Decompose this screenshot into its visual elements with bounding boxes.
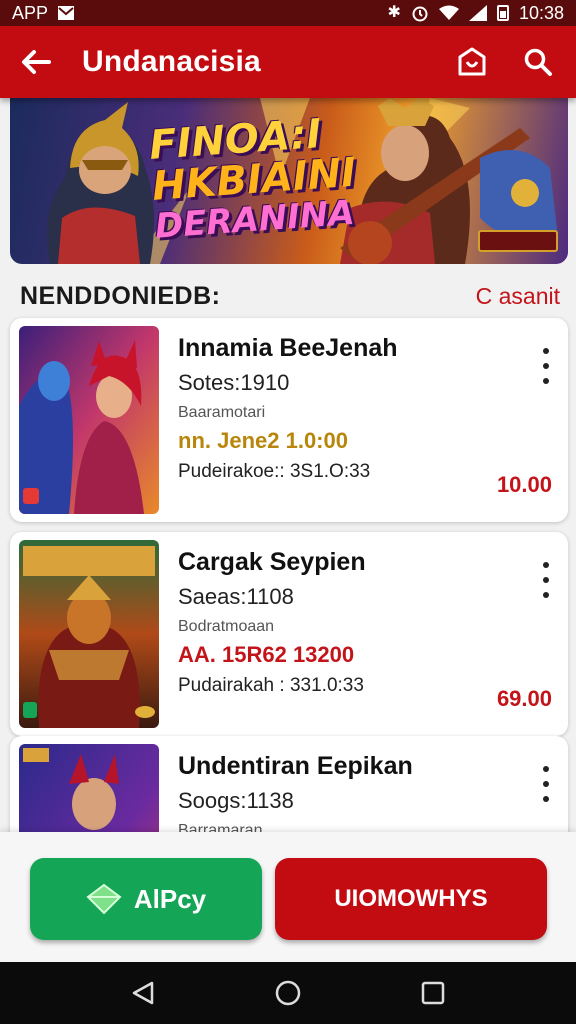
download-button-label: UIOMOWHYS xyxy=(334,885,488,912)
recents-square-icon[interactable] xyxy=(413,973,453,1013)
store-icon[interactable] xyxy=(450,40,494,84)
bluetooth-icon: ✱ xyxy=(387,4,401,21)
game-subtitle: Soogs:1138 xyxy=(178,788,294,813)
game-developer: Bodratmoaan xyxy=(178,618,275,635)
more-options-icon[interactable] xyxy=(534,348,558,384)
game-price: 69.00 xyxy=(496,686,552,711)
search-icon[interactable] xyxy=(516,40,560,84)
game-title[interactable]: Innamia BeeJenah xyxy=(178,334,398,363)
wifi-icon xyxy=(438,5,459,20)
game-subtitle: Saeas:1108 xyxy=(178,584,294,609)
game-highlight: AA. 15R62 13200 xyxy=(178,642,355,667)
status-time: 10:38 xyxy=(518,2,564,23)
battery-icon xyxy=(496,5,509,21)
back-triangle-icon[interactable] xyxy=(123,973,163,1013)
diamond-icon xyxy=(86,883,122,915)
apply-button[interactable]: AlPcy xyxy=(30,858,262,940)
bottom-action-bar: AlPcy UIOMOWHYS xyxy=(0,832,576,962)
game-card[interactable]: Undentiran Eepikan Soogs:1138 Barramaran xyxy=(10,736,568,832)
app-bar: Undanacisia xyxy=(0,26,576,98)
mail-icon xyxy=(58,6,75,20)
download-button[interactable]: UIOMOWHYS xyxy=(275,858,547,940)
game-developer: Baaramotari xyxy=(178,404,266,421)
status-app-label: APP xyxy=(12,2,49,23)
apply-button-label: AlPcy xyxy=(133,883,207,914)
app-title: Undanacisia xyxy=(82,45,261,78)
game-meta: Pudeirakoe:: 3S1.O:33 xyxy=(178,461,371,482)
game-thumbnail[interactable] xyxy=(19,744,159,832)
game-list[interactable]: Innamia BeeJenah Sotes:1910 Baaramotari … xyxy=(0,310,576,832)
more-options-icon[interactable] xyxy=(534,766,558,802)
banner-badge xyxy=(478,230,558,252)
back-arrow-icon[interactable] xyxy=(16,42,56,82)
game-highlight: nn. Jene2 1.0:00 xyxy=(178,428,348,453)
section-title: NENDDONIEDB: xyxy=(20,282,221,310)
game-title[interactable]: Undentiran Eepikan xyxy=(178,752,413,781)
section-header: NENDDONIEDB: C asanit xyxy=(20,282,560,311)
banner-headline: FINOA:I HKBIAINI DERANINA xyxy=(148,111,360,247)
game-meta: Pudairakah : 331.0:33 xyxy=(178,675,364,696)
signal-icon xyxy=(468,5,487,21)
game-subtitle: Sotes:1910 xyxy=(178,370,290,395)
alarm-icon xyxy=(412,6,428,22)
section-see-all-link[interactable]: C asanit xyxy=(476,283,560,310)
home-circle-icon[interactable] xyxy=(268,973,308,1013)
promo-banner[interactable]: FINOA:I HKBIAINI DERANINA xyxy=(10,98,568,264)
game-thumbnail[interactable] xyxy=(19,326,159,514)
game-price: 10.00 xyxy=(496,472,552,497)
game-developer: Barramaran xyxy=(178,822,263,832)
status-bar: APP ✱ 10:38 xyxy=(0,0,576,26)
game-card[interactable]: Cargak Seypien Saeas:1108 Bodratmoaan AA… xyxy=(10,532,568,736)
system-nav-bar xyxy=(0,962,576,1024)
game-title[interactable]: Cargak Seypien xyxy=(178,548,366,577)
game-thumbnail[interactable] xyxy=(19,540,159,728)
game-card[interactable]: Innamia BeeJenah Sotes:1910 Baaramotari … xyxy=(10,318,568,522)
more-options-icon[interactable] xyxy=(534,562,558,598)
